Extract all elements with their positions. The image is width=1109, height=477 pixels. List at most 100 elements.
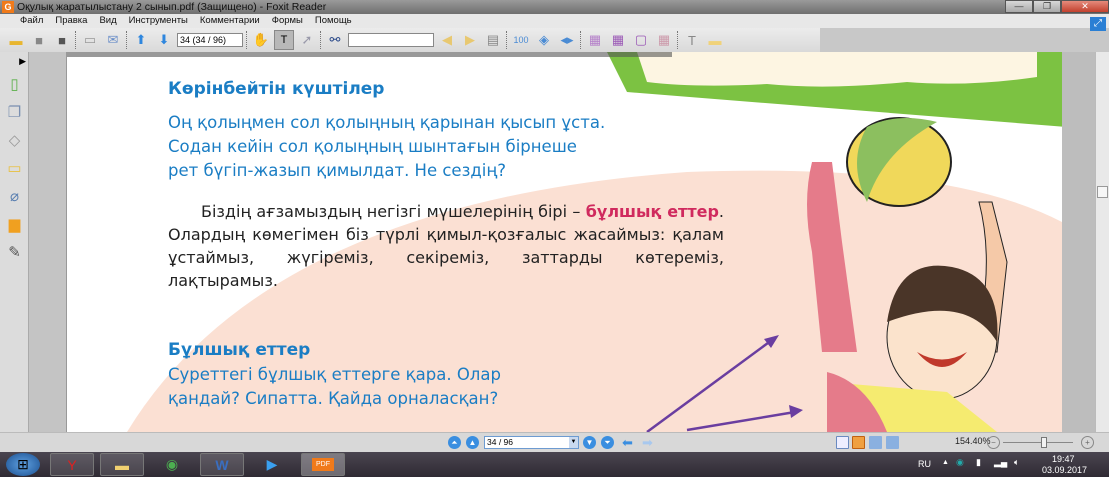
window-title: Оқулық жаратылыстану 2 сынып.pdf (Защище… <box>17 1 327 13</box>
comment-note-icon[interactable]: ▬ <box>705 30 725 50</box>
previous-page-icon[interactable]: ⬆ <box>131 30 151 50</box>
navigation-panel: ▶ ▯ ❐ ◇ ▭ ⌀ ▆ ✎ <box>0 52 29 432</box>
menu-comments[interactable]: Комментарии <box>194 14 266 28</box>
next-page-icon[interactable]: ⬇ <box>154 30 174 50</box>
email-icon[interactable]: ✉ <box>103 30 123 50</box>
single-page-icon[interactable] <box>836 436 849 449</box>
hand-tool-icon[interactable]: ✋ <box>251 30 271 50</box>
maximize-button[interactable]: ❐ <box>1033 0 1061 13</box>
chrome-icon[interactable]: ◉ <box>150 453 194 476</box>
volume-icon[interactable]: 🔈︎ <box>1014 457 1019 468</box>
select-text-icon[interactable]: T <box>274 30 294 50</box>
select-cursor-icon[interactable]: ➚ <box>297 30 317 50</box>
task-line-1: Суреттегі бұлшық еттерге қара. Олар <box>168 365 501 384</box>
clock-date[interactable]: 03.09.2017 <box>1042 465 1087 475</box>
search-options-icon[interactable]: ▤ <box>483 30 503 50</box>
save-icon[interactable]: ■ <box>29 30 49 50</box>
subsection-heading: Бұлшық еттер <box>168 340 311 360</box>
zoom-slider-knob[interactable] <box>1041 437 1048 448</box>
vertical-scrollbar[interactable] <box>1095 52 1109 432</box>
comments-icon[interactable]: ▭ <box>0 154 29 182</box>
close-button[interactable]: ✕ <box>1061 0 1109 13</box>
page-number-input[interactable]: 34 (34 / 96) <box>177 33 243 47</box>
zoom-out-icon[interactable]: − <box>987 436 1000 449</box>
find-input[interactable] <box>348 33 434 47</box>
continuous-page-icon[interactable] <box>852 436 865 449</box>
language-indicator[interactable]: RU <box>918 459 931 469</box>
yandex-browser-icon[interactable]: Y <box>50 453 94 476</box>
pdf-convert-icon[interactable]: ▦ <box>654 30 674 50</box>
body-paragraph: Біздің ағзамыздың негізгі мүшелерінің бі… <box>168 200 724 292</box>
file-explorer-icon[interactable]: ▬ <box>100 453 144 476</box>
taskbar: ⊞ Y ▬ ◉ W ▶ PDF RU ▲ ◉ ▮ ▂▄ 🔈︎ 19:47 03.… <box>0 452 1109 477</box>
bookmarks-icon[interactable]: ▯ <box>0 70 29 98</box>
save-as-icon[interactable]: ■ <box>52 30 72 50</box>
word-icon[interactable]: W <box>200 453 244 476</box>
network-signal-icon[interactable]: ▂▄ <box>994 457 1007 468</box>
paper-note-shape <box>637 52 1037 87</box>
fullscreen-icon[interactable]: ⤢ <box>1090 17 1106 31</box>
find-previous-icon[interactable]: ◀ <box>437 30 457 50</box>
start-button[interactable]: ⊞ <box>6 453 40 476</box>
zoom-level[interactable]: 154.40% <box>955 436 991 446</box>
security-lock-icon[interactable]: ▆ <box>0 210 29 238</box>
foxit-logo-icon: G <box>2 1 14 13</box>
menu-file[interactable]: Файл <box>14 14 49 28</box>
signatures-icon[interactable]: ✎ <box>0 238 29 266</box>
title-bar: G Оқулық жаратылыстану 2 сынып.pdf (Защи… <box>0 0 1109 14</box>
fit-width-icon[interactable]: ◂▸ <box>557 30 577 50</box>
next-page-icon[interactable]: ▼ <box>583 436 596 449</box>
show-hidden-icons[interactable]: ▲ <box>942 459 949 466</box>
typewriter-icon[interactable]: T <box>682 30 702 50</box>
find-next-icon[interactable]: ▶ <box>460 30 480 50</box>
prev-page-icon[interactable]: ▲ <box>466 436 479 449</box>
book-edge-shape <box>67 52 672 57</box>
pdf-label: PDF <box>312 458 334 471</box>
expand-panel-icon[interactable]: ▶ <box>0 52 29 70</box>
menu-help[interactable]: Помощь <box>309 14 358 28</box>
page-select-value: 34 / 96 <box>487 437 513 447</box>
menu-tools[interactable]: Инструменты <box>123 14 194 28</box>
open-folder-icon[interactable]: ▬ <box>6 30 26 50</box>
pages-icon[interactable]: ❐ <box>0 98 29 126</box>
menu-view[interactable]: Вид <box>93 14 122 28</box>
attachments-icon[interactable]: ⌀ <box>0 182 29 210</box>
menu-forms[interactable]: Формы <box>266 14 309 28</box>
layers-icon[interactable]: ◇ <box>0 126 29 154</box>
highlighted-term: бұлшық еттер <box>585 202 719 221</box>
first-page-icon[interactable]: ⏶ <box>448 436 461 449</box>
forward-icon[interactable]: ➡ <box>641 436 654 449</box>
last-page-icon[interactable]: ⏷ <box>601 436 614 449</box>
find-binoculars-icon[interactable]: ⚯ <box>325 30 345 50</box>
pdf-print-icon[interactable]: ▦ <box>608 30 628 50</box>
pdf-create-icon[interactable]: ▦ <box>585 30 605 50</box>
minimize-button[interactable]: — <box>1005 0 1033 13</box>
chevron-down-icon[interactable]: ▼ <box>569 437 578 448</box>
foxit-reader-taskbar-icon[interactable]: PDF <box>301 453 345 476</box>
menu-bar: Файл Правка Вид Инструменты Комментарии … <box>0 14 1109 28</box>
body-text-start: Біздің ағзамыздың негізгі мүшелерінің бі… <box>201 202 581 221</box>
actual-size-icon[interactable]: 100 <box>511 30 531 50</box>
power-icon[interactable]: ▮ <box>976 457 981 468</box>
clock-time[interactable]: 19:47 <box>1052 454 1075 464</box>
facing-page-icon[interactable] <box>869 436 882 449</box>
task-line-2: қандай? Сипатта. Қайда орналасқан? <box>168 389 499 408</box>
page-margin <box>1062 52 1095 432</box>
antivirus-icon[interactable]: ◉ <box>956 457 964 468</box>
zoom-slider[interactable] <box>1003 437 1073 448</box>
back-icon[interactable]: ⬅ <box>621 436 634 449</box>
pdf-new-icon[interactable]: ▢ <box>631 30 651 50</box>
menu-edit[interactable]: Правка <box>49 14 93 28</box>
media-player-icon[interactable]: ▶ <box>250 453 294 476</box>
panel-splitter[interactable] <box>29 52 67 432</box>
pdf-page: Көрінбейтін күштілер Оң қолыңмен сол қол… <box>67 52 1062 432</box>
page-select[interactable]: 34 / 96 ▼ <box>484 436 579 449</box>
intro-line-1: Оң қолыңмен сол қолыңның қарынан қысып ұ… <box>168 113 606 132</box>
fit-page-icon[interactable]: ◈ <box>534 30 554 50</box>
print-icon[interactable]: ▭ <box>80 30 100 50</box>
zoom-in-icon[interactable]: + <box>1081 436 1094 449</box>
continuous-facing-icon[interactable] <box>886 436 899 449</box>
scrollbar-thumb[interactable] <box>1097 186 1108 198</box>
section-heading: Көрінбейтін күштілер <box>168 79 385 99</box>
intro-line-3: рет бүгіп-жазып қимылдат. Не сездің? <box>168 161 507 180</box>
